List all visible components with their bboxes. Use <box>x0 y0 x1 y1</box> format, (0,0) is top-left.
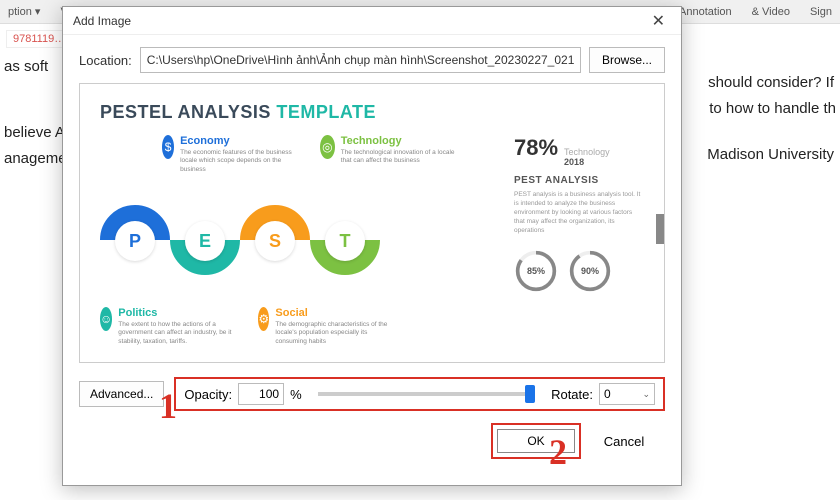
bg-text: anageme <box>4 146 67 172</box>
toolbar-option[interactable]: ption ▾ <box>8 5 40 18</box>
slider-thumb[interactable] <box>525 385 535 403</box>
location-row: Location: Browse... <box>63 35 681 83</box>
browse-button[interactable]: Browse... <box>589 47 665 73</box>
advanced-button[interactable]: Advanced... <box>79 381 164 407</box>
letter-p: P <box>115 221 155 261</box>
bg-text: to how to handle th <box>709 96 836 122</box>
pest-analysis-desc: PEST analysis is a business analysis too… <box>514 190 644 235</box>
globe-icon: ⚙ <box>258 307 269 331</box>
person-icon: ☺ <box>100 307 112 331</box>
donut-85-label: 85% <box>527 266 545 276</box>
rotate-select[interactable]: 0 ⌄ <box>599 383 655 405</box>
donut-85: 85% <box>514 249 558 293</box>
cat-politics-title: Politics <box>118 307 240 319</box>
bg-text: as soft <box>4 54 48 80</box>
chevron-down-icon: ⌄ <box>642 389 650 400</box>
cancel-button[interactable]: Cancel <box>589 429 659 453</box>
toolbar-video[interactable]: & Video <box>752 6 790 18</box>
donut-90: 90% <box>568 249 612 293</box>
image-preview: PESTEL ANALYSIS TEMPLATE $ Economy The e… <box>79 83 665 363</box>
cat-social-desc: The demographic characteristics of the l… <box>275 321 398 346</box>
letter-s: S <box>255 221 295 261</box>
pestel-left: $ Economy The economic features of the b… <box>100 135 500 299</box>
percent-sign: % <box>290 387 302 402</box>
pestel-title: PESTEL ANALYSIS TEMPLATE <box>100 102 644 123</box>
rotate-label: Rotate: <box>551 387 593 402</box>
bg-text: believe A <box>4 120 65 146</box>
letter-e: E <box>185 221 225 261</box>
opacity-label: Opacity: <box>184 387 232 402</box>
cat-social-title: Social <box>275 307 398 319</box>
dialog-buttons: OK Cancel <box>85 429 659 453</box>
pestel-right: 78% Technology 2018 PEST ANALYSIS PEST a… <box>514 135 644 299</box>
right-year: 2018 <box>564 157 610 167</box>
location-input[interactable] <box>140 47 581 73</box>
percent-big: 78% <box>514 135 558 161</box>
pestel-title-b: TEMPLATE <box>276 102 376 122</box>
rotate-value: 0 <box>604 387 611 401</box>
letter-t: T <box>325 221 365 261</box>
donut-90-label: 90% <box>581 266 599 276</box>
page-handle <box>656 214 664 244</box>
bg-text: Madison University <box>707 142 834 168</box>
cat-tech-desc: The technological innovation of a locale… <box>341 149 460 166</box>
add-image-dialog: Add Image ✕ Location: Browse... PESTEL A… <box>62 6 682 486</box>
dialog-title-text: Add Image <box>73 14 131 28</box>
bulb-icon: ◎ <box>320 135 335 159</box>
toolbar-sign[interactable]: Sign <box>810 6 832 18</box>
pest-analysis-title: PEST ANALYSIS <box>514 175 644 186</box>
cat-economy-title: Economy <box>180 135 302 147</box>
bg-text: should consider? If <box>708 70 834 96</box>
annotation-2: 2 <box>549 431 567 473</box>
dialog-titlebar: Add Image ✕ <box>63 7 681 35</box>
opacity-rotate-group: Opacity: % Rotate: 0 ⌄ <box>174 377 665 411</box>
dollar-icon: $ <box>162 135 174 159</box>
close-icon[interactable]: ✕ <box>646 11 671 31</box>
cat-tech-title: Technology <box>341 135 460 147</box>
pestel-title-a: PESTEL ANALYSIS <box>100 102 276 122</box>
right-tech: Technology <box>564 147 610 157</box>
toolbar-annotation[interactable]: Annotation <box>679 6 732 18</box>
opacity-input[interactable] <box>238 383 284 405</box>
opacity-slider[interactable] <box>318 392 535 396</box>
cat-economy-desc: The economic features of the business lo… <box>180 149 302 174</box>
cat-politics-desc: The extent to how the actions of a gover… <box>118 321 240 346</box>
location-label: Location: <box>79 53 132 68</box>
annotation-1: 1 <box>159 385 177 427</box>
pest-wave: P E S T <box>100 179 500 299</box>
